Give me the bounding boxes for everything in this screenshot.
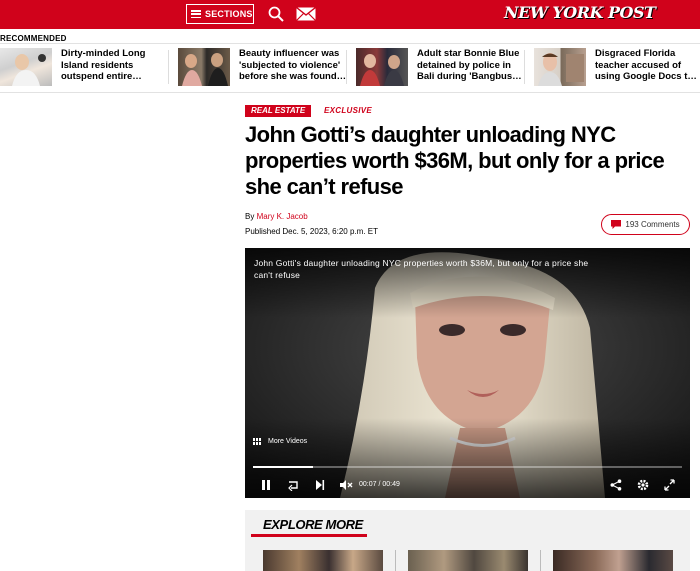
video-time: 00:07 / 00:49 <box>359 481 400 488</box>
recommended-thumbnail <box>178 48 230 86</box>
settings-gear-icon[interactable] <box>637 479 649 491</box>
video-controls: 00:07 / 00:49 <box>245 476 690 494</box>
recommended-label: RECOMMENDED <box>0 34 67 43</box>
comment-icon <box>611 220 622 229</box>
video-frame-image <box>245 248 690 498</box>
recommended-item[interactable]: Disgraced Florida teacher accused of usi… <box>534 48 700 88</box>
more-videos-button[interactable]: More Videos <box>253 438 307 445</box>
published-date: Published Dec. 5, 2023, 6:20 p.m. ET <box>245 227 378 236</box>
hamburger-icon <box>191 10 201 18</box>
recommended-thumbnail <box>534 48 586 86</box>
recommended-item[interactable]: Dirty-minded Long Island residents outsp… <box>0 48 169 88</box>
divider <box>0 92 700 93</box>
recommended-title[interactable]: Adult star Bonnie Blue detained by polic… <box>417 48 525 84</box>
article-headline: John Gotti’s daughter unloading NYC prop… <box>245 122 665 199</box>
recommended-item[interactable]: Beauty influencer was 'subjected to viol… <box>178 48 347 88</box>
byline: By Mary K. Jacob <box>245 212 308 221</box>
divider <box>168 50 169 84</box>
divider <box>540 550 541 571</box>
share-icon[interactable] <box>610 479 622 491</box>
search-icon[interactable] <box>268 6 284 22</box>
explore-underline <box>251 534 367 537</box>
explore-thumbnail[interactable] <box>553 550 673 571</box>
time-separator: / <box>378 481 381 488</box>
comments-count: 193 Comments <box>625 220 680 229</box>
mute-icon[interactable] <box>339 479 353 491</box>
current-time: 00:07 <box>359 481 377 488</box>
divider <box>524 50 525 84</box>
author-link[interactable]: Mary K. Jacob <box>257 212 308 221</box>
exclusive-tag: EXCLUSIVE <box>324 106 373 115</box>
divider <box>0 43 700 44</box>
replay-icon[interactable] <box>287 479 301 491</box>
mail-icon[interactable] <box>296 7 316 21</box>
explore-thumbnail[interactable] <box>263 550 383 571</box>
fullscreen-icon[interactable] <box>664 479 675 491</box>
video-progress-fill <box>253 466 314 468</box>
sections-button[interactable]: SECTIONS <box>186 4 254 24</box>
video-caption: John Gotti's daughter unloading NYC prop… <box>254 258 589 280</box>
top-navigation-bar: SECTIONS NEW YORK POST <box>0 0 700 29</box>
recommended-thumbnail <box>0 48 52 86</box>
comments-button[interactable]: 193 Comments <box>601 214 690 235</box>
pause-icon[interactable] <box>261 479 271 491</box>
explore-more-heading: EXPLORE MORE <box>263 517 363 532</box>
recommended-item[interactable]: Adult star Bonnie Blue detained by polic… <box>356 48 525 88</box>
recommended-title[interactable]: Beauty influencer was 'subjected to viol… <box>239 48 347 84</box>
more-videos-label: More Videos <box>268 438 308 445</box>
recommended-title[interactable]: Disgraced Florida teacher accused of usi… <box>595 48 700 84</box>
grid-icon <box>253 438 262 445</box>
explore-thumbnail[interactable] <box>408 550 528 571</box>
video-player[interactable]: John Gotti's daughter unloading NYC prop… <box>245 248 690 498</box>
sections-label: SECTIONS <box>205 9 253 19</box>
section-tag[interactable]: REAL ESTATE <box>245 105 312 117</box>
video-progress-bar[interactable] <box>253 466 682 468</box>
byline-prefix: By <box>245 212 255 221</box>
divider <box>395 550 396 571</box>
new-york-post-logo[interactable]: NEW YORK POST <box>504 3 656 25</box>
next-icon[interactable] <box>315 479 325 491</box>
recommended-thumbnail <box>356 48 408 86</box>
duration: 00:49 <box>382 481 400 488</box>
recommended-title[interactable]: Dirty-minded Long Island residents outsp… <box>61 48 169 84</box>
divider <box>346 50 347 84</box>
